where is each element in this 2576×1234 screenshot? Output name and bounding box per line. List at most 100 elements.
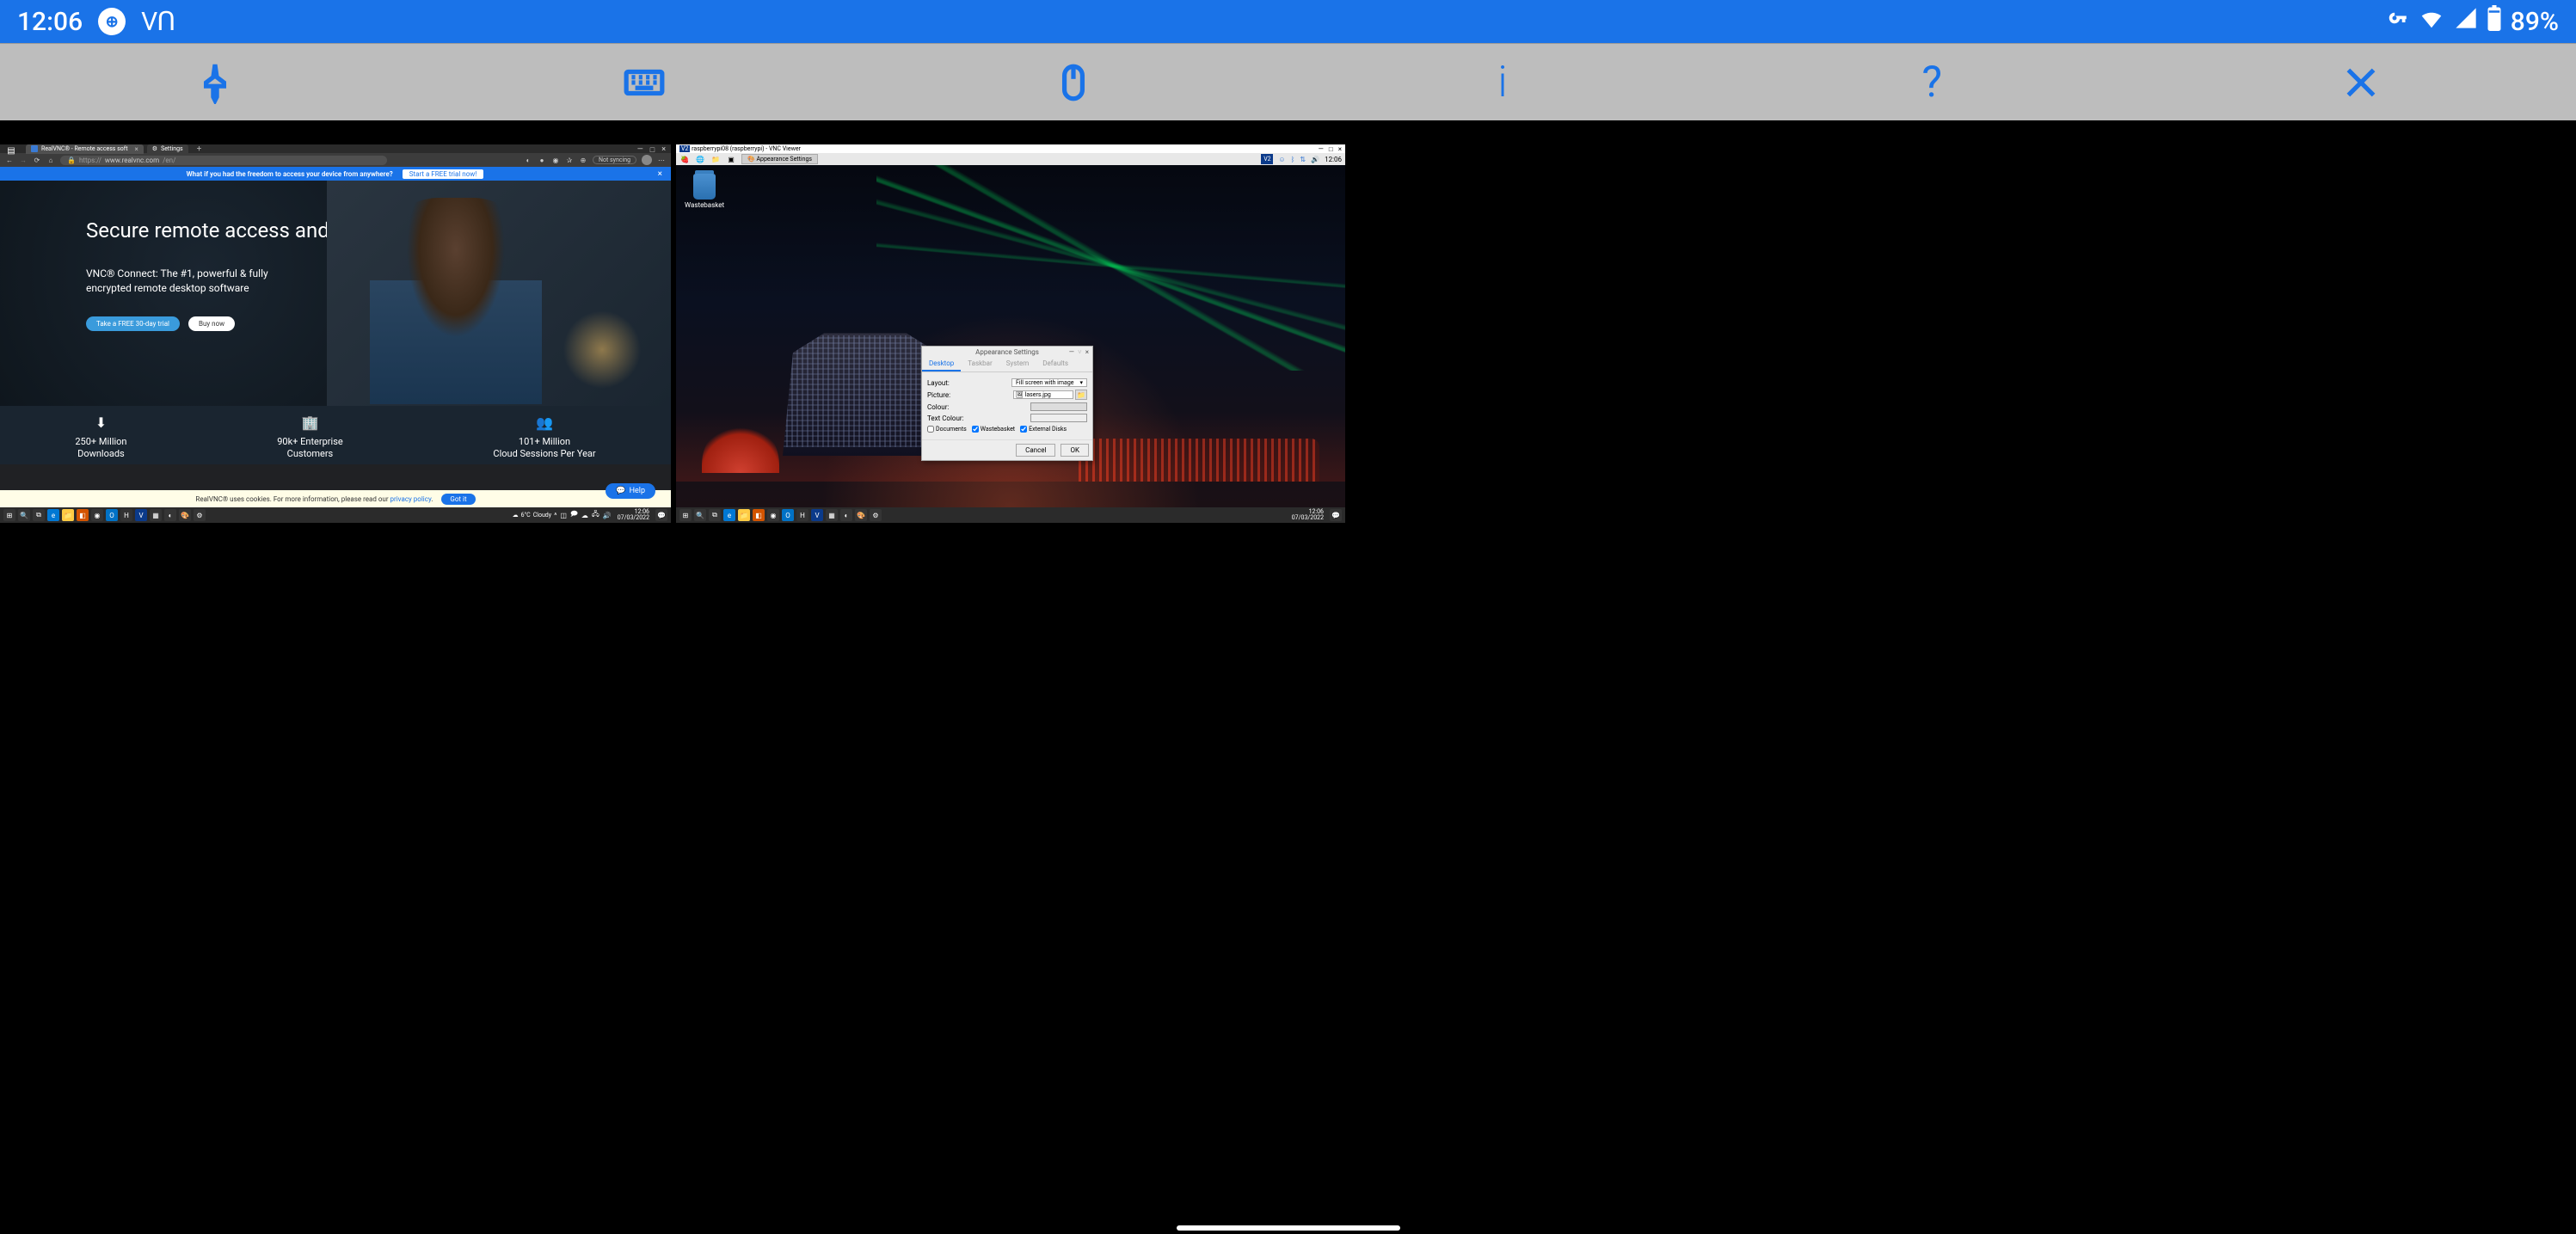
tab-desktop[interactable]: Desktop (922, 357, 961, 371)
home-icon[interactable]: ⌂ (46, 156, 55, 164)
help-button[interactable]: ? (1897, 57, 1966, 108)
taskbar-settings-icon[interactable]: ⚙ (194, 509, 206, 521)
tray-icon[interactable]: ◫ (560, 512, 567, 519)
taskbar-app2-icon[interactable]: ▦ (150, 509, 162, 521)
trial-button[interactable]: Take a FREE 30-day trial (86, 316, 180, 331)
privacy-link[interactable]: privacy policy (390, 495, 432, 503)
taskbar-edge-icon[interactable]: e (723, 509, 735, 521)
pi-clock[interactable]: 12:06 (1325, 156, 1342, 163)
check-documents[interactable]: Documents (927, 426, 967, 433)
start-button[interactable]: ⊞ (3, 509, 15, 521)
remote-desktop-area[interactable]: ▤ RealVNC® - Remote access soft × ⚙ Sett… (0, 120, 2576, 1234)
taskbar-app3-icon[interactable]: ◐ (840, 509, 852, 521)
promo-close-icon[interactable]: × (658, 169, 662, 179)
check-external-disks[interactable]: External Disks (1020, 426, 1067, 433)
taskbar-chrome-icon[interactable]: ◉ (91, 509, 103, 521)
tab-taskbar[interactable]: Taskbar (961, 357, 999, 371)
cancel-button[interactable]: Cancel (1016, 444, 1055, 457)
taskbar-outlook-icon[interactable]: O (106, 509, 118, 521)
refresh-icon[interactable]: ⟳ (33, 156, 41, 164)
address-bar[interactable]: 🔒 https://www.realvnc.com/en/ (60, 156, 387, 165)
pi-browser-icon[interactable]: 🌐 (695, 154, 705, 164)
close-button[interactable] (2327, 57, 2395, 108)
pi-volume-icon[interactable]: 🔊 (1311, 156, 1319, 163)
taskbar-settings-icon[interactable]: ⚙ (870, 509, 882, 521)
dialog-maximize-icon[interactable]: ˅ (1078, 348, 1082, 356)
dialog-minimize-icon[interactable]: — (1069, 348, 1074, 356)
new-tab-button[interactable]: + (192, 144, 207, 154)
taskbar-app-h-icon[interactable]: H (120, 509, 132, 521)
ext-icon-3[interactable]: ◉ (551, 156, 560, 164)
taskview-icon[interactable]: ⧉ (33, 509, 45, 521)
info-button[interactable]: i (1468, 57, 1537, 108)
wastebasket-desktop-icon[interactable]: Wastebasket (685, 174, 724, 209)
check-wastebasket[interactable]: Wastebasket (972, 426, 1015, 433)
taskbar-vnc-icon[interactable]: V (811, 509, 823, 521)
pi-desktop[interactable]: Wastebasket Appearance Settings — ˅ × De… (676, 165, 1345, 507)
pi-menu-icon[interactable]: 🍓 (679, 154, 690, 164)
search-icon[interactable]: 🔍 (694, 509, 706, 521)
menu-icon[interactable]: ⋯ (657, 156, 666, 164)
pin-button[interactable] (181, 57, 249, 108)
promo-cta-button[interactable]: Start a FREE trial now! (402, 169, 485, 180)
keyboard-button[interactable] (610, 57, 679, 108)
taskview-icon[interactable]: ⧉ (709, 509, 721, 521)
ext-icon-1[interactable]: ◐ (524, 156, 532, 164)
textcolour-swatch[interactable] (1030, 414, 1087, 422)
pi-network-icon[interactable]: ⇅ (1300, 156, 1306, 163)
dialog-close-icon[interactable]: × (1085, 348, 1089, 356)
tab-close-icon[interactable]: × (135, 145, 138, 153)
notifications-icon[interactable]: 💬 (1330, 509, 1342, 521)
taskbar-edge-icon[interactable]: e (47, 509, 59, 521)
pi-bluetooth-icon[interactable]: ᛒ (1291, 156, 1295, 163)
start-button[interactable]: ⊞ (679, 509, 692, 521)
vnc-close-icon[interactable]: × (1338, 145, 1342, 153)
back-icon[interactable]: ← (5, 156, 14, 164)
pi-files-icon[interactable]: 📁 (710, 154, 721, 164)
taskbar-clock[interactable]: 12:06 07/03/2022 (1288, 509, 1327, 521)
taskbar-vnc-icon[interactable]: V (135, 509, 147, 521)
screen-left[interactable]: ▤ RealVNC® - Remote access soft × ⚙ Sett… (0, 144, 671, 523)
appearance-dialog[interactable]: Appearance Settings — ˅ × Desktop Taskba… (921, 346, 1093, 461)
taskbar-app1-icon[interactable]: ◧ (753, 509, 765, 521)
taskbar-clock[interactable]: 12:06 07/03/2022 (614, 509, 653, 521)
window-close-icon[interactable]: × (661, 145, 666, 155)
tab-system[interactable]: System (999, 357, 1036, 371)
favorites-icon[interactable]: ✰ (565, 156, 574, 164)
tab-menu-icon[interactable]: ▤ (7, 146, 15, 155)
collections-icon[interactable]: ⊕ (579, 156, 587, 164)
tab-realvnc[interactable]: RealVNC® - Remote access soft × (26, 144, 144, 154)
screen-right[interactable]: V2 raspberrypi08 (raspberrypi) - VNC Vie… (676, 144, 1345, 523)
forward-icon[interactable]: → (19, 156, 28, 164)
layout-select[interactable]: Fill screen with image▾ (1011, 378, 1087, 387)
taskbar-app3-icon[interactable]: ◐ (164, 509, 176, 521)
window-minimize-icon[interactable]: — (637, 145, 643, 155)
tray-icon[interactable]: 🗩 (570, 509, 578, 521)
mouse-button[interactable] (1039, 57, 1108, 108)
ext-icon-2[interactable]: ● (538, 156, 546, 164)
picture-filename[interactable]: 🖼 lasers.jpg (1013, 390, 1073, 399)
buy-button[interactable]: Buy now (188, 316, 235, 331)
tray-network-icon[interactable]: 🖧 (592, 509, 599, 521)
pi-task-appearance[interactable]: 🎨 Appearance Settings (741, 154, 818, 164)
taskbar-app2-icon[interactable]: ▦ (826, 509, 838, 521)
tray-volume-icon[interactable]: 🔊 (603, 512, 612, 519)
tray-chevron-icon[interactable]: ^ (554, 512, 556, 519)
tray-onedrive-icon[interactable]: ☁ (581, 512, 588, 519)
pi-vnc-icon[interactable]: V2 (1261, 154, 1273, 164)
profile-avatar[interactable] (642, 155, 652, 165)
notifications-icon[interactable]: 💬 (655, 509, 667, 521)
taskbar-outlook-icon[interactable]: O (782, 509, 794, 521)
taskbar-app1-icon[interactable]: ◧ (77, 509, 89, 521)
window-maximize-icon[interactable]: □ (650, 145, 655, 155)
taskbar-explorer-icon[interactable]: 📁 (62, 509, 74, 521)
taskbar-weather[interactable]: ☁ 6°C Cloudy (513, 512, 551, 519)
taskbar-app4-icon[interactable]: 🎨 (855, 509, 867, 521)
pi-terminal-icon[interactable]: ▣ (726, 154, 736, 164)
vnc-minimize-icon[interactable]: — (1319, 145, 1324, 153)
search-icon[interactable]: 🔍 (18, 509, 30, 521)
picture-browse-button[interactable]: 📁 (1075, 390, 1087, 400)
cookie-accept-button[interactable]: Got it (441, 494, 475, 505)
ok-button[interactable]: OK (1061, 444, 1089, 457)
taskbar-app-h-icon[interactable]: H (796, 509, 808, 521)
